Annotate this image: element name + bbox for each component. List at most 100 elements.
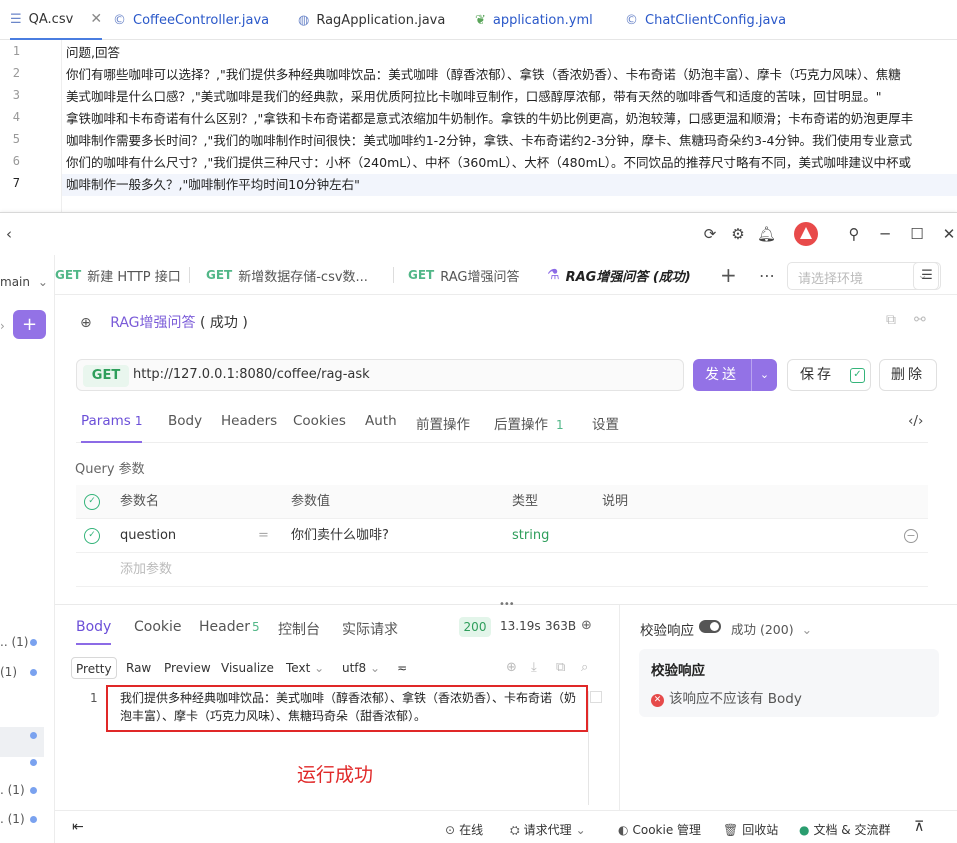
tab-headers[interactable]: Headers [221,413,277,443]
pin-icon[interactable]: ⚲ [845,225,863,243]
table-row-add: 添加参数 [76,553,928,587]
request-name[interactable]: RAG增强问答 [110,315,195,331]
arrow-up-icon[interactable]: ⊕ [506,660,517,675]
upload-icon[interactable]: ⊼ [914,819,924,835]
line-number: 4 [12,110,20,124]
send-button[interactable]: 发送 ⌄ [693,359,777,391]
download-icon[interactable]: ⤓ [531,660,537,675]
java-class-icon: © [625,12,638,28]
verify-error-text: 该响应不应该有 Body [669,691,802,707]
close-window-icon[interactable]: ✕ [940,225,957,243]
format-preview-button[interactable]: Preview [160,657,215,679]
chevron-down-icon[interactable]: ⌄ [751,359,777,391]
param-value[interactable]: 你们卖什么咖啡? [291,519,389,553]
avatar[interactable] [794,222,818,246]
editor-tab-coffee-controller[interactable]: © CoffeeController.java [113,0,269,40]
response-tab-header[interactable]: Header 5 [199,619,260,645]
format-pretty-button[interactable]: Pretty [71,657,117,679]
request-tab-active[interactable]: ⚗ RAG增强问答 (成功) [547,255,691,295]
code-line: 问题,回答 [66,45,120,60]
sidebar-selected-item[interactable] [0,727,44,757]
text-type-select[interactable]: Text ⌄ [282,657,328,679]
annotation-label: 运行成功 [297,764,374,786]
verify-result-title: 校验响应 [651,663,705,679]
editor-tab-label: QA.csv [28,11,74,27]
maximize-icon[interactable]: ☐ [908,225,926,243]
response-tab-cookie[interactable]: Cookie [134,619,182,645]
chevron-left-icon[interactable]: ‹ [0,225,18,243]
cookie-label: Cookie 管理 [632,823,702,837]
bell-icon[interactable]: 🔔︎ [757,225,776,243]
chevron-down-icon: ⌄ [575,823,586,837]
branch-selector[interactable]: main ⌄ [0,275,48,289]
editor-tab-chat-client-config[interactable]: © ChatClientConfig.java [625,0,786,40]
method-label: GET [55,268,82,282]
row-check-icon[interactable]: ✓ [84,528,100,544]
sidebar: main ⌄ › + .. (1) (1) . (1) . (1) [0,255,55,843]
editor-tab-rag-application[interactable]: ◍ RagApplication.java [298,0,445,40]
verify-status-label: 成功 (200) [731,622,794,637]
save-button[interactable]: 保存 ✓ [787,359,871,391]
response-tab-actual-request[interactable]: 实际请求 [342,619,398,645]
verify-status-select[interactable]: 成功 (200) ⌄ [731,619,812,638]
collapse-sidebar-icon[interactable]: ⇤ [72,819,84,835]
search-icon[interactable]: ⌕ [581,660,588,675]
gear-icon[interactable]: ⚙ [729,225,747,243]
method-select[interactable]: GET [83,365,129,387]
delete-button[interactable]: 删除 [879,359,937,391]
close-icon[interactable]: ✕ [90,11,102,27]
tab-post-processors[interactable]: 后置操作 1 [494,413,564,443]
tab-divider [393,267,394,283]
more-icon[interactable]: ⋯ [759,255,775,295]
tab-params[interactable]: Params 1 [81,413,143,443]
format-visualize-button[interactable]: Visualize [217,657,278,679]
encoding-select[interactable]: utf8 ⌄ [338,657,384,679]
copy-icon[interactable]: ⧉ [556,660,565,675]
url-input[interactable]: http://127.0.0.1:8080/coffee/rag-ask [133,360,370,390]
share-icon[interactable]: ⚯ [914,312,926,328]
request-tab[interactable]: GET RAG增强问答 [408,255,519,295]
online-status[interactable]: ⊙ 在线 [445,821,483,838]
copy-icon[interactable]: ⧉ [886,312,896,328]
minimize-icon[interactable]: ─ [876,225,894,243]
cookie-manager[interactable]: ◐ Cookie 管理 [618,821,701,838]
response-tab-console[interactable]: 控制台 [278,619,320,645]
format-raw-button[interactable]: Raw [122,657,155,679]
response-tab-body[interactable]: Body [76,619,112,645]
code-area[interactable]: 问题,回答 你们有哪些咖啡可以选择？,"我们提供多种经典咖啡饮品：美式咖啡（醇香… [66,40,957,212]
request-tab-label: RAG增强问答 [440,269,520,285]
add-param-input[interactable]: 添加参数 [120,553,172,587]
tab-label: Header [199,619,250,635]
verify-toggle[interactable] [699,620,721,633]
request-tab[interactable]: GET 新增数据存储-csv数... [206,255,368,295]
docs-link[interactable]: ● 文档 & 交流群 [799,821,890,838]
scroll-thumb[interactable] [590,691,602,703]
request-tab[interactable]: GET 新建 HTTP 接口 [55,255,181,295]
menu-button[interactable]: ☰ [913,262,941,290]
tab-body[interactable]: Body [168,413,202,443]
trash-link[interactable]: 🗑︎ 回收站 [723,821,778,838]
tab-cookies[interactable]: Cookies [293,413,346,443]
add-button[interactable]: + [13,310,46,339]
tab-pre-processors[interactable]: 前置操作 [416,413,470,443]
code-icon[interactable]: ‹/› [908,413,923,443]
response-time: 13.19s [500,619,541,633]
check-all-icon[interactable]: ✓ [84,494,100,510]
param-type[interactable]: string [512,519,549,553]
editor-tab-qa-csv[interactable]: ☰ QA.csv ✕ [10,0,103,40]
column-header: 参数值 [291,494,331,509]
status-dot-icon [30,787,37,794]
check-icon[interactable]: ✓ [850,368,865,383]
refresh-icon[interactable]: ⟳ [701,225,719,243]
globe-icon[interactable]: ⊕ [581,618,592,633]
tab-settings[interactable]: 设置 [592,413,619,443]
tab-auth[interactable]: Auth [365,413,397,443]
new-tab-button[interactable]: + [720,255,737,295]
proxy-menu[interactable]: ⛭ 请求代理 ⌄ [510,821,586,838]
scrollbar[interactable] [588,691,589,805]
remove-param-icon[interactable]: − [904,529,918,543]
param-name[interactable]: question [120,519,176,553]
wrap-icon[interactable]: ≂ [393,657,411,679]
editor-tab-application-yml[interactable]: ❦ application.yml [475,0,593,40]
save-button-label: 保存 [800,367,834,383]
